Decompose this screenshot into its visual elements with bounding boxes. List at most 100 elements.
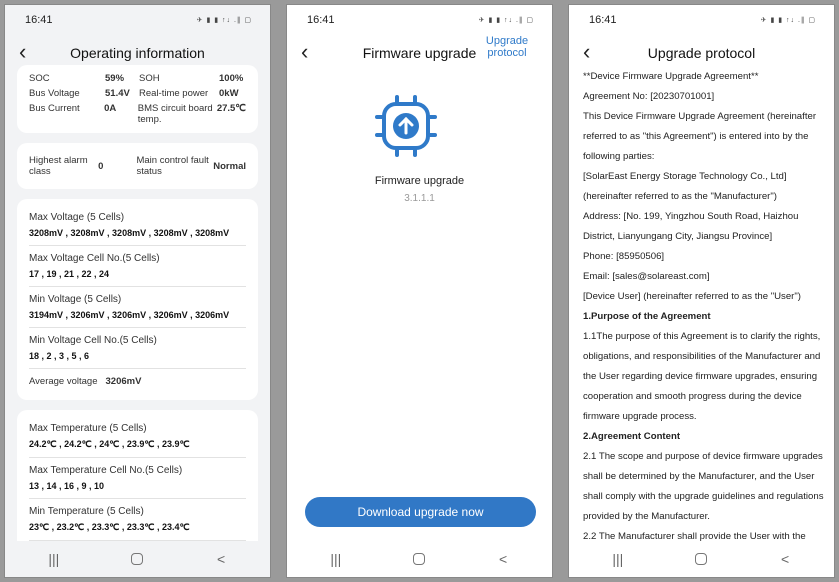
agreement-paragraph: [SolarEast Energy Storage Technology Co.…: [583, 171, 787, 202]
agreement-paragraph: [Device User] (hereinafter referred to a…: [583, 291, 801, 302]
highest-alarm-label: Highest alarm class: [29, 155, 88, 177]
voltage-section: Max Voltage Cell No.(5 Cells) 17 , 19 , 2…: [29, 246, 246, 287]
summary-row: Bus Current 0A BMS circuit board temp. 27.5…: [29, 101, 246, 127]
agreement-paragraph: 2.2 The Manufacturer shall provide the U…: [583, 531, 806, 541]
status-icons: ✈ ▮ ▮ ↑↓ .∥ ▢: [478, 17, 534, 24]
section-value: 18 , 2 , 3 , 5 , 6: [29, 351, 90, 361]
system-nav-bar: ||| <: [5, 541, 270, 577]
summary-card: SOC 59% SOH 100% Bus Voltage 51.4V Real-time p…: [17, 65, 258, 133]
download-upgrade-button[interactable]: Download upgrade now: [305, 497, 536, 527]
agreement-paragraph: Phone: [85950506]: [583, 251, 665, 262]
summary-label: Bus Voltage: [29, 88, 80, 99]
recents-button[interactable]: |||: [316, 551, 356, 567]
voltage-section: Min Voltage (5 Cells) 3194mV , 3206mV , 3…: [29, 287, 246, 328]
average-voltage-value: 3206mV: [105, 376, 142, 387]
status-time: 16:41: [589, 14, 617, 26]
section-value: 3194mV , 3206mV , 3206mV , 3206mV , 3206…: [29, 310, 230, 320]
home-button[interactable]: [413, 553, 426, 565]
summary-value: 0kW: [219, 88, 239, 99]
section-value: 23℃ , 23.2℃ , 23.3℃ , 23.3℃ , 23.4℃: [29, 522, 190, 532]
upgrade-chip-icon: [371, 91, 441, 161]
agreement-paragraph: This Device Firmware Upgrade Agreement (…: [583, 111, 817, 162]
status-time: 16:41: [307, 14, 335, 26]
status-bar: 16:41 ✈ ▮ ▮ ↑↓ .∥ ▢: [5, 5, 270, 35]
temperature-section: Max Temperature (5 Cells) 24.2℃ , 24.2℃ ,…: [29, 416, 246, 458]
agreement-paragraph: 2.1 The scope and purpose of device firm…: [583, 451, 824, 522]
agreement-heading: 1.Purpose of the Agreement: [583, 311, 711, 322]
agreement-paragraph: Email: [sales@solareast.com]: [583, 271, 710, 282]
alarm-row: Highest alarm class 0 Main control fault…: [29, 149, 246, 183]
agreement-heading: 2.Agreement Content: [583, 431, 681, 442]
system-nav-bar: ||| <: [287, 541, 552, 577]
summary-label: SOH: [139, 73, 160, 84]
back-arrow-icon[interactable]: ‹: [301, 41, 308, 63]
average-voltage-row: Average voltage 3206mV: [29, 369, 246, 394]
upgrade-protocol-screen: 16:41 ✈ ▮ ▮ ↑↓ .∥ ▢ ‹ Upgrade protocol *…: [568, 4, 835, 578]
firmware-label: Firmware upgrade: [374, 175, 465, 187]
app-bar: ‹ Upgrade protocol: [569, 35, 834, 71]
section-value: 24.2℃ , 24.2℃ , 24℃ , 23.9℃ , 23.9℃: [29, 439, 190, 449]
alarm-card: Highest alarm class 0 Main control fault…: [17, 143, 258, 189]
summary-label: BMS circuit board temp.: [137, 103, 213, 125]
temperature-section: Min Temperature (5 Cells) 23℃ , 23.2℃ , 2…: [29, 499, 246, 541]
highest-alarm-value: 0: [98, 160, 104, 172]
status-icons: ✈ ▮ ▮ ↑↓ .∥ ▢: [196, 17, 252, 24]
summary-value: 100%: [219, 73, 244, 84]
upgrade-protocol-link[interactable]: Upgrade protocol: [484, 35, 530, 59]
section-title: Max Temperature (5 Cells): [29, 423, 147, 434]
summary-value: 0A: [104, 103, 117, 114]
summary-label: Real-time power: [139, 88, 209, 99]
summary-row: Bus Voltage 51.4V Real-time power 0kW: [29, 86, 246, 101]
fault-status-label: Main control fault status: [136, 155, 209, 177]
section-title: Max Voltage Cell No.(5 Cells): [29, 253, 160, 264]
app-bar: ‹ Firmware upgrade Upgrade protocol: [287, 35, 552, 71]
status-icons: ✈ ▮ ▮ ↑↓ .∥ ▢: [760, 17, 816, 24]
fault-status-value: Normal: [213, 160, 246, 172]
agreement-paragraph: **Device Firmware Upgrade Agreement**: [583, 71, 759, 82]
section-title: Min Temperature (5 Cells): [29, 506, 144, 517]
agreement-text[interactable]: **Device Firmware Upgrade Agreement** Agr…: [583, 67, 826, 541]
home-button[interactable]: [695, 553, 708, 565]
nav-back-button[interactable]: <: [765, 551, 805, 567]
voltage-card: Max Voltage (5 Cells) 3208mV , 3208mV , 3…: [17, 199, 258, 400]
section-value: 17 , 19 , 21 , 22 , 24: [29, 269, 110, 279]
back-arrow-icon[interactable]: ‹: [19, 41, 26, 63]
summary-value: 59%: [105, 73, 125, 84]
voltage-section: Min Voltage Cell No.(5 Cells) 18 , 2 , 3 …: [29, 328, 246, 369]
page-title: Operating information: [70, 45, 205, 61]
firmware-upgrade-screen: 16:41 ✈ ▮ ▮ ↑↓ .∥ ▢ ‹ Firmware upgrade U…: [286, 4, 553, 578]
recents-button[interactable]: |||: [34, 551, 74, 567]
section-title: Min Voltage (5 Cells): [29, 294, 122, 305]
agreement-paragraph: Agreement No: [20230701001]: [583, 91, 715, 102]
section-title: Max Voltage (5 Cells): [29, 212, 125, 223]
status-bar: 16:41 ✈ ▮ ▮ ↑↓ .∥ ▢: [287, 5, 552, 35]
temperature-section: Max Temperature Cell No.(5 Cells) 13 , 14…: [29, 458, 246, 499]
summary-value: 27.5℃: [216, 103, 246, 114]
nav-back-button[interactable]: <: [483, 551, 523, 567]
status-bar: 16:41 ✈ ▮ ▮ ↑↓ .∥ ▢: [569, 5, 834, 35]
nav-back-button[interactable]: <: [201, 551, 241, 567]
firmware-version: 3.1.1.1: [404, 193, 435, 204]
status-time: 16:41: [25, 14, 53, 26]
page-title: Upgrade protocol: [647, 45, 756, 61]
agreement-paragraph: 1.1The purpose of this Agreement is to c…: [583, 331, 821, 422]
back-arrow-icon[interactable]: ‹: [583, 41, 590, 63]
recents-button[interactable]: |||: [598, 551, 638, 567]
home-button[interactable]: [131, 553, 144, 565]
section-title: Max Temperature Cell No.(5 Cells): [29, 465, 183, 476]
system-nav-bar: ||| <: [569, 541, 834, 577]
summary-row: SOC 59% SOH 100%: [29, 71, 246, 86]
average-voltage-label: Average voltage: [29, 376, 98, 387]
agreement-paragraph: Address: [No. 199, Yingzhou South Road, …: [583, 211, 799, 242]
section-title: Min Voltage Cell No.(5 Cells): [29, 335, 157, 346]
voltage-section: Max Voltage (5 Cells) 3208mV , 3208mV , 3…: [29, 205, 246, 246]
section-value: 13 , 14 , 16 , 9 , 10: [29, 481, 105, 491]
temperature-card: Max Temperature (5 Cells) 24.2℃ , 24.2℃ ,…: [17, 410, 258, 541]
section-value: 3208mV , 3208mV , 3208mV , 3208mV , 3208…: [29, 228, 230, 238]
operating-info-screen: 16:41 ✈ ▮ ▮ ↑↓ .∥ ▢ ‹ Operating informat…: [4, 4, 271, 578]
page-title: Firmware upgrade: [362, 45, 477, 61]
summary-label: SOC: [29, 73, 50, 84]
summary-label: Bus Current: [29, 103, 80, 114]
summary-value: 51.4V: [105, 88, 130, 99]
operating-scroll-area[interactable]: SOC 59% SOH 100% Bus Voltage 51.4V Real-time p…: [5, 65, 270, 541]
